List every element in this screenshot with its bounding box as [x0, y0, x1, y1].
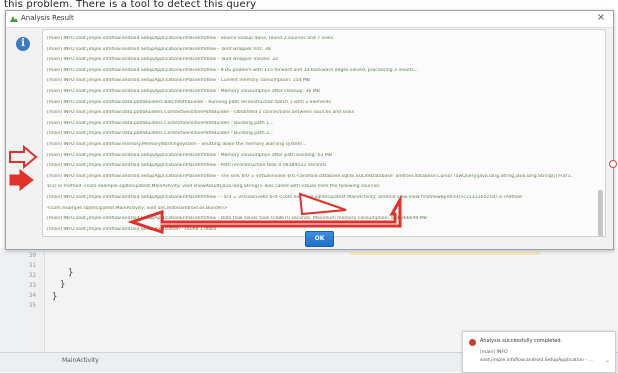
status-file-name: MainActivity [62, 357, 99, 364]
chevron-down-icon[interactable]: ⌄ [605, 357, 610, 364]
log-line: <com.example.sqlitecipatest.MainActivity… [47, 205, 228, 211]
close-icon[interactable]: × [595, 12, 607, 24]
line-number-gutter: 30 31 32 33 34 35 [0, 252, 45, 358]
log-output-area[interactable]: [main] INFO soot.jimple.infoflow.android… [42, 29, 606, 237]
notification-line: soot.jimple.infoflow.android.SetupApplic… [480, 358, 593, 363]
log-line: [main] INFO soot.jimple.infoflow.android… [47, 78, 311, 84]
window-edge-marker [609, 160, 617, 168]
log-line: [main] INFO soot.jimple.infoflow.android… [47, 46, 271, 52]
dialog-title: Analysis Result [21, 14, 74, 22]
line-number: 35 [28, 302, 36, 309]
error-icon [469, 339, 476, 346]
log-line: [main] INFO soot.jimple.infoflow.android… [47, 173, 573, 179]
log-line: [main] INFO soot.jimple.infoflow.android… [47, 152, 333, 158]
log-line: [main] INFO soot.jimple.infoflow.android… [47, 36, 335, 41]
log-line: [main] INFO soot.jimple.infoflow.data.pa… [47, 131, 274, 137]
log-line: [main] INFO soot.jimple.infoflow.android… [47, 163, 327, 169]
log-line: [main] INFO soot.jimple.infoflow.android… [47, 67, 419, 73]
line-number: 34 [28, 292, 36, 299]
log-line: [main] INFO soot.jimple.infoflow.android… [47, 89, 320, 94]
log-line: [main] INFO soot.jimple.infoflow.data.pa… [47, 120, 274, 126]
code-brace: } [60, 280, 66, 290]
ok-button[interactable]: OK [305, 231, 334, 247]
code-brace: } [52, 292, 58, 302]
log-line: [main] INFO soot.jimple.infoflow.android… [47, 216, 427, 222]
log-line: [main] INFO soot.jimple.infoflow.android… [47, 57, 279, 63]
line-number: 31 [28, 262, 36, 269]
log-line: $r2) in method <com.example.sqlitecipate… [47, 184, 381, 190]
app-logo-icon [10, 16, 18, 22]
line-number: 32 [28, 272, 36, 279]
info-icon: i [16, 37, 30, 51]
line-number: 33 [28, 282, 36, 289]
log-line: [main] INFO soot.jimple.infoflow.memory.… [47, 142, 307, 147]
log-line: [main] INFO soot.jimple.infoflow.data.pa… [47, 110, 355, 116]
notification-line: [main] INFO [480, 350, 508, 355]
dialog-title-bar[interactable]: Analysis Result × [6, 11, 613, 28]
log-line: [main] INFO soot.jimple.infoflow.android… [47, 195, 522, 200]
log-line: [main] INFO soot.jimple.infoflow.data.pa… [47, 99, 331, 105]
notification-title: Analysis successfully completed. [480, 338, 563, 344]
line-number: 30 [28, 252, 36, 259]
analysis-result-dialog: Analysis Result × i [main] INFO soot.jim… [5, 10, 614, 250]
vertical-scrollbar[interactable] [598, 190, 603, 236]
notification-toast[interactable]: Analysis successfully completed. [main] … [462, 331, 616, 373]
code-brace: } [68, 268, 74, 278]
